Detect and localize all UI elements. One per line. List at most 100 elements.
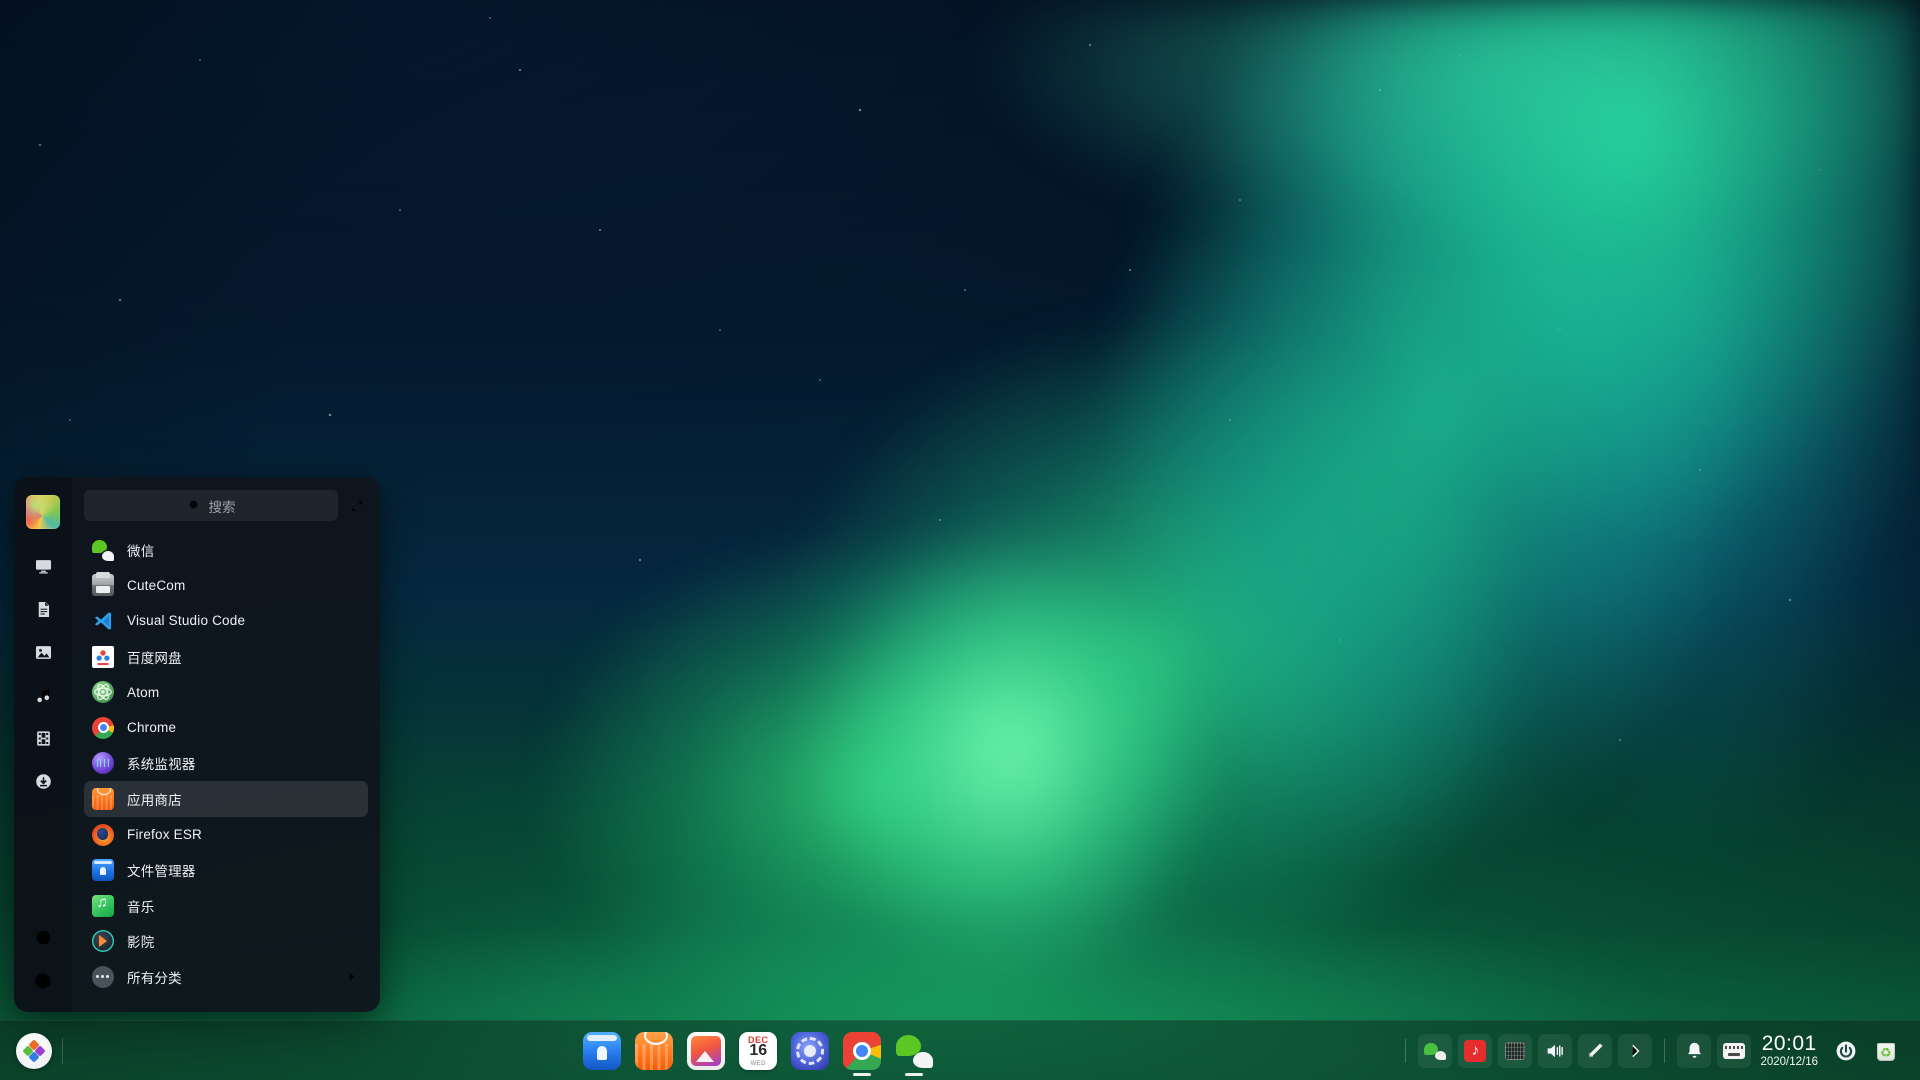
sidebar-system-group (28, 922, 58, 996)
app-label: 系统监视器 (127, 753, 196, 773)
sidebar-shortcut-group (28, 551, 58, 796)
tray-item-color-picker[interactable] (1578, 1034, 1612, 1068)
bell-icon (1684, 1040, 1705, 1061)
app-store-icon (635, 1032, 673, 1070)
app-item-system-monitor[interactable]: 系统监视器 (84, 746, 368, 782)
trash-icon (1876, 1040, 1896, 1062)
start-launcher-button[interactable] (16, 1033, 52, 1069)
app-item-visual-studio-code[interactable]: Visual Studio Code (84, 603, 368, 639)
app-label: CuteCom (127, 578, 185, 593)
tray-item-screen-capture[interactable] (1498, 1034, 1532, 1068)
system-monitor-icon (92, 752, 114, 774)
app-item-cutecom[interactable]: CuteCom (84, 568, 368, 604)
taskbar-app-area[interactable]: DEC 16 WED (120, 1031, 1396, 1071)
taskbar-app-file-manager[interactable] (582, 1031, 622, 1071)
app-label: Chrome (127, 720, 176, 735)
search-placeholder: 搜索 (209, 496, 236, 516)
netease-icon: ♪ (1464, 1040, 1486, 1062)
movie-icon (92, 930, 114, 952)
user-avatar[interactable] (26, 495, 60, 529)
system-tray[interactable]: ♪ (1396, 1033, 1920, 1069)
sidebar-item-documents[interactable] (28, 594, 58, 624)
app-item-firefox-esr[interactable]: Firefox ESR (84, 817, 368, 853)
tray-item-wechat[interactable] (1418, 1034, 1452, 1068)
app-label: 应用商店 (127, 789, 182, 809)
app-label: 所有分类 (127, 967, 182, 987)
running-indicator (853, 1073, 871, 1076)
expand-menu-button[interactable] (346, 495, 368, 517)
start-menu-sidebar[interactable] (14, 477, 72, 1012)
sidebar-item-power[interactable] (28, 966, 58, 996)
baidu-netdisk-icon (92, 646, 114, 668)
app-item-atom[interactable]: Atom (84, 674, 368, 710)
atom-icon (92, 681, 114, 703)
sidebar-item-pictures[interactable] (28, 637, 58, 667)
app-store-icon (92, 788, 114, 810)
trash-button[interactable] (1869, 1034, 1903, 1068)
sidebar-item-settings[interactable] (28, 922, 58, 952)
app-label: Atom (127, 685, 159, 700)
app-item-file-manager[interactable]: 文件管理器 (84, 852, 368, 888)
taskbar-app-chrome[interactable] (842, 1031, 882, 1071)
all-categories-icon (92, 966, 114, 988)
calendar-weekday: WED (739, 1061, 777, 1067)
search-input[interactable]: 搜索 (84, 490, 338, 521)
start-menu-content: 搜索 微信 CuteCom (72, 477, 380, 1012)
taskbar-app-control-center[interactable] (790, 1031, 830, 1071)
shutdown-button[interactable] (1829, 1034, 1863, 1068)
app-item-wechat[interactable]: 微信 (84, 532, 368, 568)
app-item-app-store[interactable]: 应用商店 (84, 781, 368, 817)
clock-date: 2020/12/16 (1760, 1057, 1818, 1069)
tray-item-netease-music[interactable]: ♪ (1458, 1034, 1492, 1068)
cutecom-icon (92, 574, 114, 596)
application-list[interactable]: 微信 CuteCom Visual Studio Code (84, 530, 368, 1012)
taskbar-left (0, 1033, 120, 1069)
app-label: 微信 (127, 540, 154, 560)
sidebar-item-videos[interactable] (28, 723, 58, 753)
wechat-icon (1424, 1040, 1446, 1062)
app-label: Firefox ESR (127, 827, 202, 842)
app-item-music[interactable]: 音乐 (84, 888, 368, 924)
tray-separator-2 (1664, 1039, 1665, 1063)
sidebar-item-computer[interactable] (28, 551, 58, 581)
tray-item-notifications[interactable] (1677, 1034, 1711, 1068)
start-menu[interactable]: 搜索 微信 CuteCom (14, 477, 380, 1012)
search-icon (187, 498, 202, 513)
file-manager-icon (92, 859, 114, 881)
chrome-icon (843, 1032, 881, 1070)
taskbar-clock[interactable]: 20:01 2020/12/16 (1760, 1033, 1818, 1069)
taskbar-app-photos[interactable] (686, 1031, 726, 1071)
photos-icon (687, 1032, 725, 1070)
calendar-day: 16 (739, 1043, 777, 1059)
sidebar-item-music[interactable] (28, 680, 58, 710)
app-item-movie[interactable]: 影院 (84, 924, 368, 960)
taskbar-app-app-store[interactable] (634, 1031, 674, 1071)
file-manager-icon (583, 1032, 621, 1070)
tray-expand-button[interactable] (1618, 1034, 1652, 1068)
tray-item-keyboard-layout[interactable] (1717, 1034, 1751, 1068)
expand-icon (350, 499, 364, 513)
clock-time: 20:01 (1762, 1033, 1817, 1054)
taskbar-app-calendar[interactable]: DEC 16 WED (738, 1031, 778, 1071)
chevron-right-icon (345, 970, 358, 983)
running-indicator (905, 1073, 923, 1076)
app-label: 音乐 (127, 896, 154, 916)
chrome-icon (92, 717, 114, 739)
taskbar-app-wechat[interactable] (894, 1031, 934, 1071)
app-label: Visual Studio Code (127, 613, 245, 628)
desktop[interactable]: 搜索 微信 CuteCom (0, 0, 1920, 1080)
sidebar-item-downloads[interactable] (28, 766, 58, 796)
app-item-all-categories[interactable]: 所有分类 (84, 959, 368, 995)
speaker-icon (1544, 1040, 1566, 1062)
vscode-icon (92, 610, 114, 632)
wechat-icon (92, 539, 114, 561)
taskbar[interactable]: DEC 16 WED ♪ (0, 1020, 1920, 1080)
grid-icon (1505, 1042, 1525, 1060)
app-item-chrome[interactable]: Chrome (84, 710, 368, 746)
keyboard-icon (1723, 1043, 1745, 1059)
taskbar-divider (62, 1038, 63, 1064)
music-icon (92, 895, 114, 917)
app-item-baidu-netdisk[interactable]: 百度网盘 (84, 639, 368, 675)
firefox-icon (92, 824, 114, 846)
tray-item-volume[interactable] (1538, 1034, 1572, 1068)
